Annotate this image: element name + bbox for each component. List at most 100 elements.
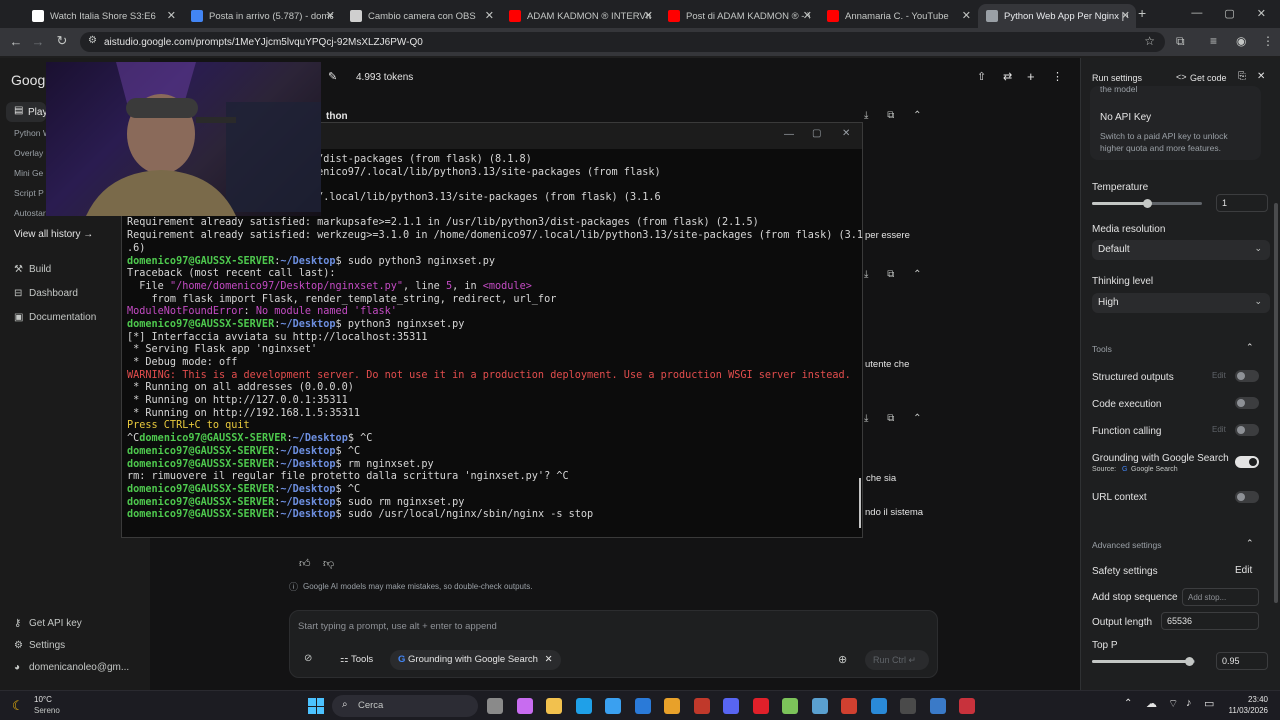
download-icon[interactable]: ⤓ [864, 413, 868, 424]
terminal-icon[interactable] [900, 698, 916, 714]
notepadpp-icon[interactable] [782, 698, 798, 714]
download-icon[interactable]: ⤓ [864, 110, 868, 121]
edge-icon[interactable] [575, 698, 592, 714]
app-icon[interactable] [811, 698, 828, 714]
chevron-up-icon[interactable]: ⌃ [1246, 538, 1254, 549]
thumbs-down-icon[interactable]: 👎︎ [323, 557, 334, 570]
profile-avatar-icon[interactable]: ◉ [1236, 34, 1246, 48]
start-button[interactable] [308, 698, 324, 714]
network-icon[interactable]: ⌔ [1168, 697, 1178, 711]
function-calling-edit[interactable]: Edit [1212, 425, 1226, 434]
address-bar[interactable]: ⚙ aistudio.google.com/prompts/1MeYJjcm5l… [80, 32, 1165, 52]
taskbar-search[interactable]: ⌕ Cerca [332, 695, 478, 717]
copy-icon[interactable]: ⧉ [887, 413, 894, 424]
forward-icon[interactable]: → [26, 34, 50, 49]
browser-tab[interactable]: Watch Italia Shore S3:E6 ✕ [24, 4, 182, 28]
function-calling-toggle[interactable] [1235, 424, 1259, 436]
output-length-input[interactable]: 65536 [1161, 612, 1259, 630]
tab-close-icon[interactable]: ✕ [167, 9, 176, 22]
temperature-slider-knob[interactable] [1142, 199, 1152, 208]
browser-tab[interactable]: Posta in arrivo (5.787) - domen ✕ [183, 4, 341, 28]
advanced-settings-header[interactable]: Advanced settings [1092, 540, 1161, 550]
history-item[interactable]: Overlay [14, 148, 43, 158]
battery-icon[interactable]: ▭ [1204, 697, 1214, 710]
terminal-scrollbar[interactable] [859, 478, 861, 528]
thumbs-up-icon[interactable]: 👍︎ [299, 557, 311, 570]
sidebar-item-playground[interactable]: ▤ Play [6, 102, 47, 122]
safety-settings-edit[interactable]: Edit [1235, 565, 1252, 576]
tab-close-icon[interactable]: ✕ [803, 9, 812, 22]
remove-chip-icon[interactable]: ✕ [545, 654, 553, 665]
new-chat-icon[interactable]: + [1027, 69, 1035, 84]
reading-list-icon[interactable]: ≡ [1210, 34, 1217, 48]
grounding-chip[interactable]: G Grounding with Google Search ✕ [390, 650, 561, 670]
new-tab-button[interactable]: + [1138, 5, 1146, 21]
sidebar-item-dashboard[interactable]: Dashboard [29, 288, 78, 299]
tab-close-icon[interactable]: ✕ [644, 9, 653, 22]
download-icon[interactable]: ⤓ [864, 269, 868, 280]
code-execution-toggle[interactable] [1235, 397, 1259, 409]
history-item[interactable]: Mini Ge [14, 168, 43, 178]
collapse-icon[interactable]: ⌃ [913, 269, 921, 280]
weather-temp[interactable]: 10°C [34, 695, 52, 704]
store-icon[interactable] [605, 698, 621, 714]
weather-icon[interactable]: ☾ [12, 698, 24, 714]
tools-button[interactable]: ⚏ Tools [332, 650, 381, 670]
copy-icon[interactable]: ⧉ [887, 110, 894, 121]
vscode-icon[interactable] [870, 698, 887, 714]
compare-mode-icon[interactable]: ⎘ [1238, 71, 1246, 82]
get-code-button[interactable]: Get code [1190, 73, 1227, 83]
chrome-icon[interactable] [664, 698, 680, 714]
tab-close-icon[interactable]: ✕ [1121, 9, 1130, 22]
stop-sequence-input[interactable]: Add stop... [1182, 588, 1259, 606]
history-item[interactable]: Autostar [14, 208, 46, 218]
structured-outputs-toggle[interactable] [1235, 370, 1259, 382]
temperature-input[interactable]: 1 [1216, 194, 1268, 212]
tray-app-icon[interactable]: ☁ [1146, 697, 1157, 710]
back-icon[interactable]: ← [4, 34, 28, 49]
top-p-input[interactable]: 0.95 [1216, 652, 1268, 670]
extensions-icon[interactable]: ⧉ [1176, 34, 1185, 49]
outlook-icon[interactable] [634, 698, 651, 714]
prompt-input-box[interactable]: Start typing a prompt, use alt + enter t… [289, 610, 938, 678]
minimize-icon[interactable]: — [784, 129, 794, 140]
maximize-icon[interactable]: ▢ [1224, 7, 1234, 20]
copy-icon[interactable]: ⧉ [887, 269, 894, 280]
account-email[interactable]: domenicanoleo@gm... [29, 662, 129, 673]
bookmark-star-icon[interactable]: ☆ [1144, 34, 1155, 48]
discord-icon[interactable] [723, 698, 739, 714]
structured-outputs-edit[interactable]: Edit [1212, 371, 1226, 380]
sidebar-item-build[interactable]: Build [29, 264, 51, 275]
file-explorer-icon[interactable] [546, 698, 562, 714]
grounding-toggle[interactable] [1235, 456, 1259, 468]
media-resolution-select[interactable]: Default ⌄ [1092, 240, 1270, 260]
close-panel-icon[interactable]: ✕ [1257, 71, 1265, 82]
browser-tab[interactable]: ADAM KADMON ® INTERVISTA✕ [501, 4, 659, 28]
edit-title-icon[interactable]: ✎ [328, 70, 337, 83]
clock-date[interactable]: 11/03/2026 [1222, 706, 1268, 715]
close-icon[interactable]: ✕ [842, 128, 850, 139]
browser-tab[interactable]: Post di ADAM KADMON ® - Yo ✕ [660, 4, 818, 28]
chevron-up-icon[interactable]: ⌃ [1246, 342, 1254, 353]
weather-desc[interactable]: Sereno [34, 706, 60, 715]
app-icon[interactable] [841, 698, 857, 714]
compare-icon[interactable]: ⇄ [1003, 70, 1012, 83]
app-icon[interactable] [929, 698, 946, 714]
share-icon[interactable]: ⇧ [977, 70, 986, 83]
tab-close-icon[interactable]: ✕ [326, 9, 335, 22]
browser-tab[interactable]: Cambio camera con OBS ✕ [342, 4, 500, 28]
browser-tab[interactable]: Annamaria C. - YouTube ✕ [819, 4, 977, 28]
sidebar-item-documentation[interactable]: Documentation [29, 312, 96, 323]
browser-menu-icon[interactable]: ⋮ [1262, 34, 1274, 48]
temperature-slider[interactable] [1092, 199, 1202, 208]
panel-scrollbar[interactable] [1274, 203, 1278, 603]
add-media-icon[interactable]: ⊕ [838, 653, 847, 666]
url-context-toggle[interactable] [1235, 491, 1259, 503]
more-options-icon[interactable]: ⋮ [1052, 70, 1063, 83]
hide-tools-icon[interactable]: ⊘ [304, 653, 312, 664]
collapse-icon[interactable]: ⌃ [913, 413, 921, 424]
filezilla-icon[interactable] [693, 698, 710, 714]
run-button[interactable]: Run Ctrl ↵ [865, 650, 929, 670]
reload-icon[interactable]: ↻ [50, 33, 74, 49]
maximize-icon[interactable]: ▢ [812, 128, 821, 139]
